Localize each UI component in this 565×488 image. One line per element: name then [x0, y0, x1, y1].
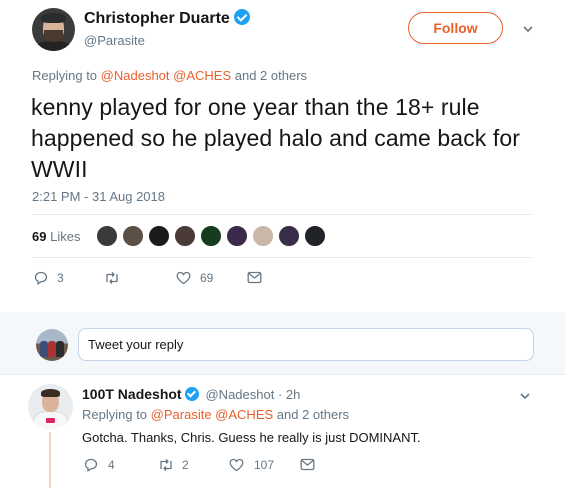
verified-badge-icon — [184, 387, 199, 401]
current-user-avatar — [36, 329, 68, 361]
verified-badge-icon — [233, 9, 250, 25]
heart-icon — [176, 271, 191, 285]
like-count: 107 — [254, 458, 275, 472]
replying-prefix: Replying to — [82, 407, 148, 422]
replying-mentions[interactable]: @Nadeshot @ACHES — [101, 68, 231, 83]
reply-icon — [84, 458, 98, 472]
divider — [32, 214, 533, 215]
reply-input[interactable]: Tweet your reply — [78, 328, 534, 361]
liker-avatar[interactable] — [226, 225, 248, 247]
reply-icon — [34, 271, 48, 285]
like-action[interactable]: 107 — [229, 458, 274, 472]
liker-avatar[interactable] — [252, 225, 274, 247]
replying-suffix[interactable]: and 2 others — [277, 407, 349, 422]
replying-to: Replying to @Nadeshot @ACHES and 2 other… — [32, 68, 307, 83]
message-icon — [247, 271, 262, 284]
reply-author[interactable]: 100T Nadeshot @Nadeshot · 2h — [82, 386, 300, 402]
liker-avatar[interactable] — [278, 225, 300, 247]
retweet-count: 2 — [182, 458, 189, 472]
message-action[interactable] — [300, 458, 315, 471]
retweet-action[interactable] — [104, 271, 126, 285]
divider — [0, 374, 565, 375]
author-handle[interactable]: @Parasite — [84, 33, 145, 48]
reply-author-handle[interactable]: @Nadeshot · 2h — [205, 387, 300, 402]
reply-replying-to: Replying to @Parasite @ACHES and 2 other… — [82, 407, 349, 422]
reply-action[interactable]: 3 — [34, 271, 64, 285]
replying-suffix[interactable]: and 2 others — [235, 68, 307, 83]
tweet-timestamp[interactable]: 2:21 PM - 31 Aug 2018 — [32, 189, 165, 204]
replying-mentions[interactable]: @Parasite @ACHES — [151, 407, 273, 422]
likes-number: 69 — [32, 229, 47, 244]
liker-avatar[interactable] — [200, 225, 222, 247]
message-action[interactable] — [247, 271, 262, 284]
likes-label: Likes — [50, 229, 81, 244]
thread-line — [49, 432, 51, 488]
chevron-down-icon[interactable] — [523, 24, 533, 34]
reply-author-name[interactable]: 100T Nadeshot — [82, 386, 182, 402]
replying-prefix: Replying to — [32, 68, 98, 83]
author-name-text[interactable]: Christopher Duarte — [84, 10, 230, 27]
liker-avatar[interactable] — [148, 225, 170, 247]
author-name[interactable]: Christopher Duarte — [84, 9, 250, 28]
like-action[interactable]: 69 — [176, 271, 213, 285]
heart-icon — [229, 458, 244, 472]
retweet-action[interactable]: 2 — [158, 458, 189, 472]
liker-avatar[interactable] — [96, 225, 118, 247]
author-avatar[interactable] — [32, 8, 75, 51]
reply-count: 4 — [108, 458, 115, 472]
tweet-text: kenny played for one year than the 18+ r… — [31, 94, 521, 182]
message-icon — [300, 458, 315, 471]
chevron-down-icon[interactable] — [520, 391, 530, 401]
retweet-icon — [160, 459, 172, 471]
retweet-icon — [106, 272, 118, 284]
reply-count: 3 — [57, 271, 64, 285]
divider — [32, 257, 533, 258]
reply-author-avatar[interactable] — [28, 384, 73, 429]
follow-button[interactable]: Follow — [408, 12, 503, 44]
liker-avatar[interactable] — [304, 225, 326, 247]
likes-count[interactable]: 69 Likes — [32, 229, 80, 244]
reply-action[interactable]: 4 — [84, 458, 115, 472]
reply-text: Gotcha. Thanks, Chris. Guess he really i… — [82, 430, 421, 445]
liker-avatar[interactable] — [174, 225, 196, 247]
liker-avatar[interactable] — [122, 225, 144, 247]
like-count: 69 — [200, 271, 214, 285]
